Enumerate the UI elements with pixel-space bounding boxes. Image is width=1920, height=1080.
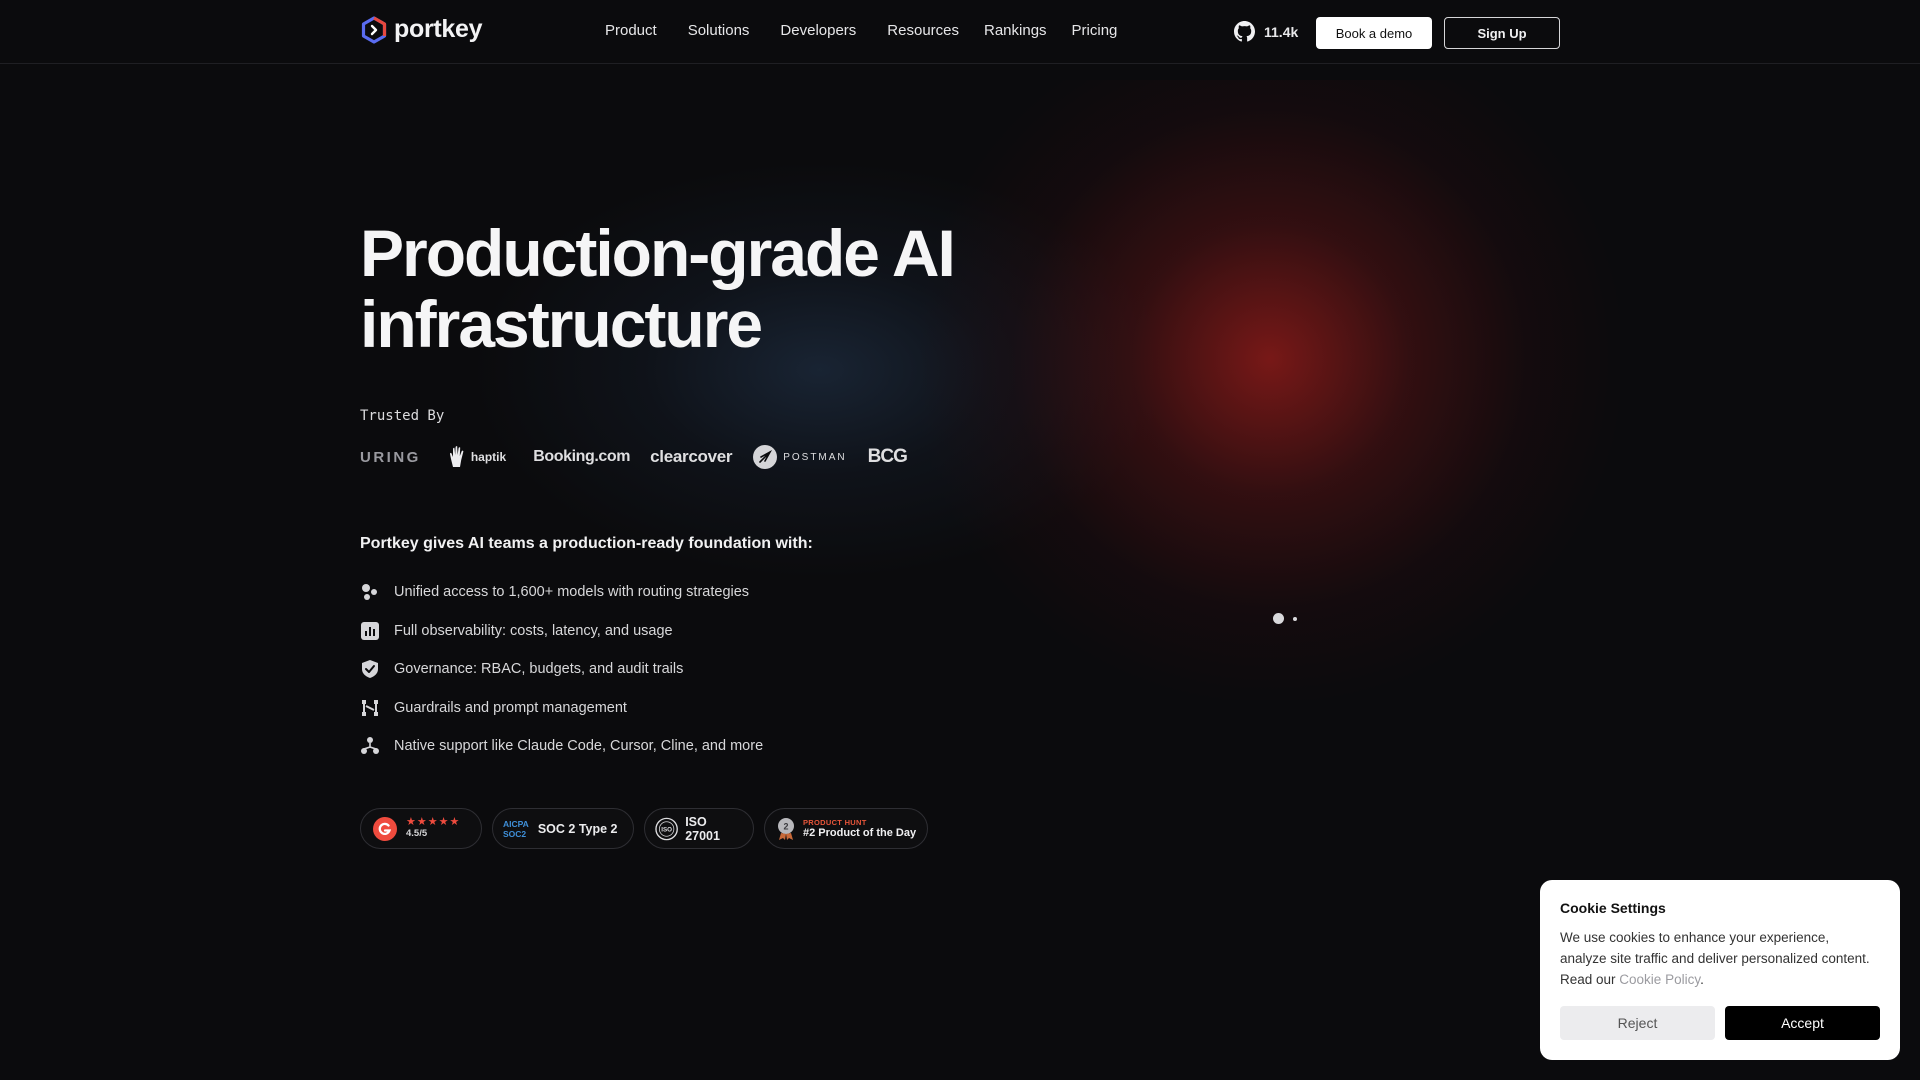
foundation-heading: Portkey gives AI teams a production-read… <box>360 535 813 552</box>
github-icon <box>1234 21 1255 42</box>
cookie-text: We use cookies to enhance your experienc… <box>1560 927 1878 990</box>
nav-link-solutions[interactable]: Solutions <box>688 22 750 39</box>
models-icon <box>360 582 380 602</box>
customer-logo-uring: URING <box>360 448 421 466</box>
customer-logo-haptik: haptik <box>447 445 506 469</box>
reject-cookies-button[interactable]: Reject <box>1560 1006 1715 1040</box>
hero-title: Production-grade AI infrastructure <box>360 218 1060 360</box>
iso-icon-mark: ISO <box>661 826 672 833</box>
guardrails-icon <box>360 698 380 718</box>
feature-list: Unified access to 1,600+ models with rou… <box>360 582 763 775</box>
carousel-dot-active[interactable] <box>1273 613 1284 624</box>
github-star-count: 11.4k <box>1264 23 1299 40</box>
product-hunt-badge[interactable]: 2 PRODUCT HUNT #2 Product of the Day <box>764 808 928 849</box>
trusted-by-label: Trusted By <box>360 408 445 424</box>
cookie-title: Cookie Settings <box>1560 900 1666 916</box>
postman-icon <box>753 445 778 469</box>
iso-icon: ISO <box>655 817 678 840</box>
customer-logo-booking: Booking.com <box>533 448 631 465</box>
cookie-banner: Cookie Settings We use cookies to enhanc… <box>1540 880 1900 1060</box>
product-hunt-label: PRODUCT HUNT <box>803 817 867 827</box>
carousel-dots <box>1273 613 1297 624</box>
chart-icon <box>360 621 380 641</box>
feature-text: Governance: RBAC, budgets, and audit tra… <box>394 661 684 677</box>
aicpa-line-1: AICPA <box>503 818 529 829</box>
cookie-body: We use cookies to enhance your experienc… <box>1560 930 1870 987</box>
portkey-logo-icon <box>361 15 387 44</box>
feature-item: Unified access to 1,600+ models with rou… <box>360 582 763 602</box>
customer-logo-bcg: BCG <box>867 446 908 467</box>
feature-text: Unified access to 1,600+ models with rou… <box>394 584 750 600</box>
hero-title-line-2: infrastructure <box>360 287 763 361</box>
iso27001-badge[interactable]: ISO ISO 27001 <box>644 808 754 849</box>
svg-text:2: 2 <box>783 821 788 831</box>
feature-item: Governance: RBAC, budgets, and audit tra… <box>360 659 763 679</box>
cookie-policy-link[interactable]: Cookie Policy <box>1619 972 1700 987</box>
customer-logo-postman: POSTMAN <box>753 445 846 469</box>
product-hunt-text: PRODUCT HUNT #2 Product of the Day <box>803 818 916 840</box>
g2-rating-group: ★★★★★ 4.5/5 <box>406 817 460 840</box>
nav-link-pricing[interactable]: Pricing <box>1072 22 1118 39</box>
logo-text: portkey <box>394 15 483 43</box>
feature-item: Full observability: costs, latency, and … <box>360 621 763 641</box>
carousel-dot[interactable] <box>1293 616 1297 621</box>
customer-logo-clearcover: clearcover <box>650 447 733 466</box>
g2-rating-badge[interactable]: ★★★★★ 4.5/5 <box>360 808 482 849</box>
hero-title-line-1: Production-grade AI <box>360 216 956 290</box>
nav-link-rankings[interactable]: Rankings <box>984 22 1047 39</box>
g2-rating-value: 4.5/5 <box>406 828 428 839</box>
integrations-icon <box>360 736 380 756</box>
nav-link-developers[interactable]: Developers <box>780 22 856 39</box>
hand-icon <box>449 446 464 467</box>
nav-links: Product Solutions Developers Resources R… <box>605 22 1148 39</box>
book-demo-button[interactable]: Book a demo <box>1316 17 1432 49</box>
nav-link-resources[interactable]: Resources <box>887 22 959 39</box>
sign-up-button[interactable]: Sign Up <box>1444 17 1560 49</box>
feature-text: Guardrails and prompt management <box>394 699 627 716</box>
feature-text: Native support like Claude Code, Cursor,… <box>394 738 764 754</box>
star-rating-icon: ★★★★★ <box>406 816 461 828</box>
nav-link-product[interactable]: Product <box>605 22 657 39</box>
cookie-period: . <box>1700 972 1704 987</box>
product-hunt-award: #2 Product of the Day <box>803 826 917 839</box>
soc2-label: SOC 2 Type 2 <box>537 821 618 836</box>
feature-item: Native support like Claude Code, Cursor,… <box>360 736 763 756</box>
postman-wordmark: POSTMAN <box>783 451 847 463</box>
accept-cookies-button[interactable]: Accept <box>1725 1006 1880 1040</box>
github-stars-link[interactable]: 11.4k <box>1234 21 1298 42</box>
portkey-logo[interactable]: portkey <box>360 15 483 44</box>
iso-label: ISO 27001 <box>685 814 720 843</box>
shield-check-icon <box>360 659 380 679</box>
aicpa-line-2: SOC2 <box>503 828 527 839</box>
haptik-wordmark: haptik <box>470 450 507 464</box>
trust-badges: ★★★★★ 4.5/5 AICPA SOC2 SOC 2 Type 2 ISO … <box>360 808 938 849</box>
g2-icon <box>373 816 397 841</box>
top-nav: portkey Product Solutions Developers Res… <box>0 0 1920 64</box>
aicpa-soc2-icon: AICPA SOC2 <box>503 819 529 839</box>
trusted-logos-carousel: URING haptik Booking.com clearcover POST… <box>360 438 940 476</box>
feature-text: Full observability: costs, latency, and … <box>394 622 673 639</box>
background-glow-red <box>920 80 1620 700</box>
feature-item: Guardrails and prompt management <box>360 698 763 718</box>
soc2-badge[interactable]: AICPA SOC2 SOC 2 Type 2 <box>492 808 634 849</box>
medal-icon: 2 <box>778 817 794 840</box>
